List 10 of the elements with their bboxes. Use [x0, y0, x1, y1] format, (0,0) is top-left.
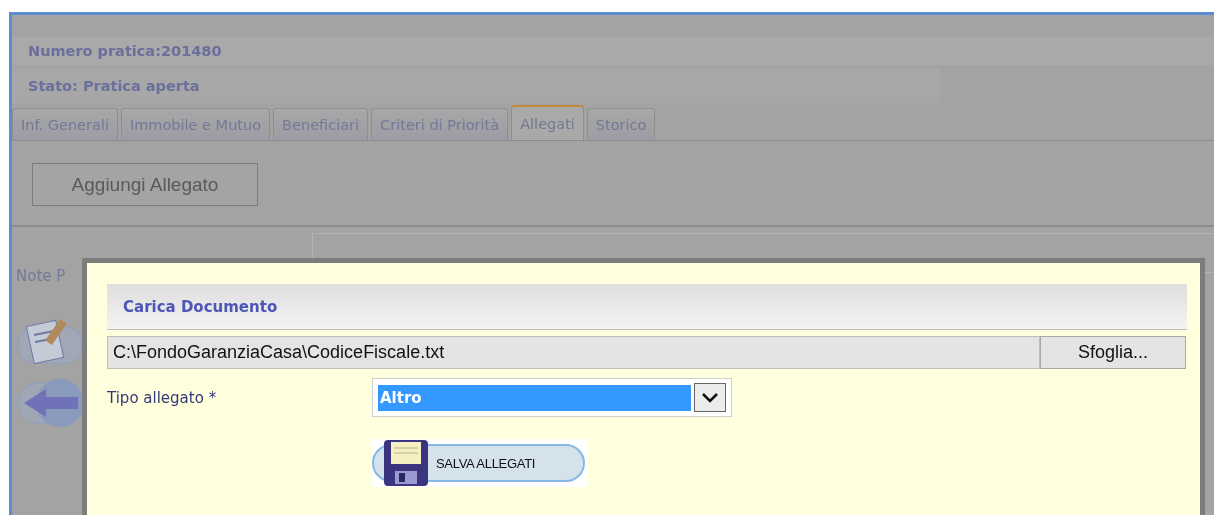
- browse-button[interactable]: Sfoglia...: [1040, 336, 1186, 369]
- attachment-type-label: Tipo allegato *: [107, 388, 218, 407]
- attachment-type-select[interactable]: Altro: [372, 378, 732, 417]
- case-status: Stato: Pratica aperta: [28, 78, 200, 94]
- chevron-down-icon: [701, 391, 719, 404]
- dialog-title: Carica Documento: [123, 297, 278, 316]
- back-arrow-icon[interactable]: [16, 377, 82, 429]
- case-number: Numero pratica:201480: [28, 43, 222, 59]
- add-attachment-button[interactable]: Aggiungi Allegato: [32, 163, 258, 206]
- file-path-field[interactable]: C:\FondoGaranziaCasa\CodiceFiscale.txt: [107, 336, 1040, 369]
